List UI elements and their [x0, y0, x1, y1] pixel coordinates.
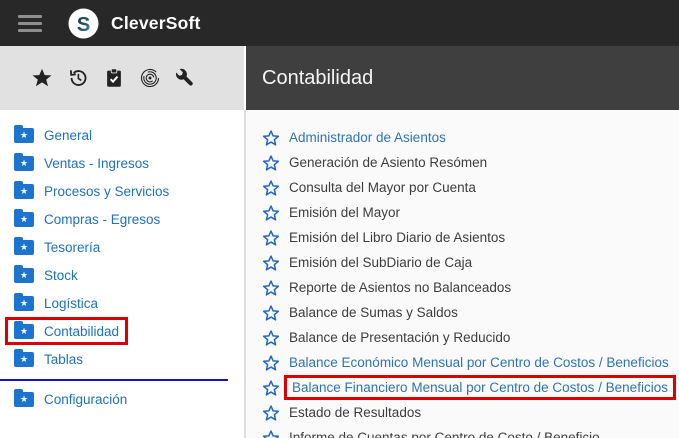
cleversoft-logo-icon: S	[68, 8, 99, 39]
favorite-star-icon[interactable]	[262, 229, 280, 247]
favorite-star-icon[interactable]	[262, 304, 280, 322]
menu-entry[interactable]: Consulta del Mayor por Cuenta	[262, 175, 679, 200]
favorite-star-icon[interactable]	[262, 379, 280, 397]
sidebar-category-label: Tablas	[44, 352, 83, 367]
history-icon[interactable]	[66, 66, 90, 90]
menu-entry-label: Generación de Asiento Resómen	[289, 155, 487, 170]
folder-star-icon: ★	[14, 156, 34, 171]
sidebar-category-label: Contabilidad	[44, 324, 119, 339]
favorites-star-icon[interactable]	[30, 66, 54, 90]
sidebar-category-item[interactable]: ★ Logística	[5, 289, 107, 317]
hamburger-menu-icon[interactable]	[18, 15, 42, 32]
sidebar-category-label: Configuración	[44, 392, 127, 407]
sidebar-category-item[interactable]: ★ Stock	[5, 261, 87, 289]
menu-entry-label: Balance de Sumas y Saldos	[289, 305, 458, 320]
favorite-star-icon[interactable]	[262, 254, 280, 272]
menu-entry-label: Emisión del Libro Diario de Asientos	[289, 230, 505, 245]
main-menu-list: Administrador de Asientos Generación de …	[246, 110, 679, 438]
favorite-star-icon[interactable]	[262, 329, 280, 347]
favorite-star-icon[interactable]	[262, 154, 280, 172]
sidebar-category-label: General	[44, 128, 92, 143]
clipboard-check-icon[interactable]	[102, 66, 126, 90]
tools-wrench-icon[interactable]	[174, 66, 198, 90]
page-title: Contabilidad	[262, 67, 373, 90]
sidebar-category-label: Procesos y Servicios	[44, 184, 169, 199]
folder-star-icon: ★	[14, 352, 34, 367]
sidebar-category-list: ★ General ★ Ventas - Ingresos ★ Procesos…	[5, 121, 244, 373]
menu-entry[interactable]: Emisión del Mayor	[262, 200, 679, 225]
sidebar-toolbar	[0, 46, 244, 110]
menu-entry-label: Informe de Cuentas por Centro de Costo /…	[289, 430, 600, 438]
folder-star-icon: ★	[14, 268, 34, 283]
fingerprint-icon[interactable]	[138, 66, 162, 90]
menu-entry[interactable]: Informe de Cuentas por Centro de Costo /…	[262, 425, 679, 438]
sidebar-category-label: Logística	[44, 296, 98, 311]
folder-star-icon: ★	[14, 212, 34, 227]
menu-entry-label: Emisión del SubDiario de Caja	[289, 255, 472, 270]
brand: S CleverSoft	[68, 8, 201, 39]
menu-entry-label: Emisión del Mayor	[289, 205, 400, 220]
app-title: CleverSoft	[111, 13, 201, 34]
topbar: S CleverSoft	[0, 0, 679, 46]
menu-entry-label: Balance Financiero Mensual por Centro de…	[284, 375, 676, 400]
menu-entry[interactable]: Administrador de Asientos	[262, 125, 679, 150]
sidebar-footer-list: ★ Configuración	[5, 385, 244, 413]
sidebar-category-item[interactable]: ★ General	[5, 121, 101, 149]
sidebar-category-item[interactable]: ★ Tablas	[5, 345, 92, 373]
menu-entry[interactable]: Estado de Resultados	[262, 400, 679, 425]
main-panel-header: Contabilidad	[246, 46, 679, 110]
svg-text:S: S	[77, 13, 91, 35]
sidebar-category-item[interactable]: ★ Contabilidad	[5, 317, 128, 345]
favorite-star-icon[interactable]	[262, 129, 280, 147]
menu-entry-label: Administrador de Asientos	[289, 130, 446, 145]
favorite-star-icon[interactable]	[262, 354, 280, 372]
folder-star-icon: ★	[14, 324, 34, 339]
menu-entry[interactable]: Emisión del Libro Diario de Asientos	[262, 225, 679, 250]
menu-entry-label: Balance Económico Mensual por Centro de …	[289, 355, 669, 370]
menu-entry[interactable]: Emisión del SubDiario de Caja	[262, 250, 679, 275]
folder-star-icon: ★	[14, 296, 34, 311]
menu-entry-label: Estado de Resultados	[289, 405, 421, 420]
favorite-star-icon[interactable]	[262, 429, 280, 438]
menu-entry[interactable]: Reporte de Asientos no Balanceados	[262, 275, 679, 300]
sidebar-category-item[interactable]: ★ Compras - Egresos	[5, 205, 169, 233]
menu-entry[interactable]: Balance Financiero Mensual por Centro de…	[262, 375, 679, 400]
sidebar-divider	[0, 379, 228, 381]
menu-entry-label: Balance de Presentación y Reducido	[289, 330, 510, 345]
favorite-star-icon[interactable]	[262, 279, 280, 297]
folder-star-icon: ★	[14, 240, 34, 255]
app-window: S CleverSoft	[0, 0, 679, 438]
sidebar-category-item[interactable]: ★ Configuración	[5, 385, 136, 413]
sidebar-nav: ★ General ★ Ventas - Ingresos ★ Procesos…	[0, 110, 244, 438]
folder-star-icon: ★	[14, 392, 34, 407]
menu-entry-label: Consulta del Mayor por Cuenta	[289, 180, 476, 195]
sidebar-category-item[interactable]: ★ Ventas - Ingresos	[5, 149, 158, 177]
menu-entry-label: Reporte de Asientos no Balanceados	[289, 280, 511, 295]
favorite-star-icon[interactable]	[262, 404, 280, 422]
menu-entry[interactable]: Generación de Asiento Resómen	[262, 150, 679, 175]
sidebar-category-label: Ventas - Ingresos	[44, 156, 149, 171]
sidebar-category-label: Stock	[44, 268, 78, 283]
menu-entry[interactable]: Balance Económico Mensual por Centro de …	[262, 350, 679, 375]
favorite-star-icon[interactable]	[262, 179, 280, 197]
menu-entry[interactable]: Balance de Presentación y Reducido	[262, 325, 679, 350]
folder-star-icon: ★	[14, 184, 34, 199]
favorite-star-icon[interactable]	[262, 204, 280, 222]
sidebar-category-label: Tesorería	[44, 240, 100, 255]
folder-star-icon: ★	[14, 128, 34, 143]
sidebar-category-item[interactable]: ★ Procesos y Servicios	[5, 177, 178, 205]
menu-entry[interactable]: Balance de Sumas y Saldos	[262, 300, 679, 325]
sidebar-category-item[interactable]: ★ Tesorería	[5, 233, 109, 261]
sidebar-category-label: Compras - Egresos	[44, 212, 160, 227]
